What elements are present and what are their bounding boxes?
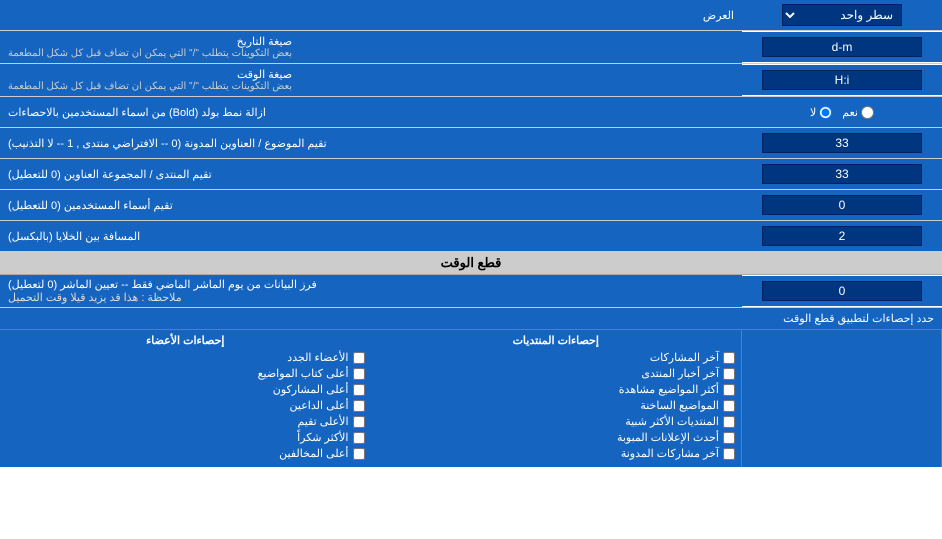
stat-members-7-checkbox[interactable] [353, 448, 365, 460]
cell-gap-label: المسافة بين الخلايا (بالبكسل) [0, 221, 742, 251]
stat-forums-6-checkbox[interactable] [723, 432, 735, 444]
bold-yes-label: نعم [842, 106, 874, 119]
stat-members-5: الأعلى تقيم [6, 415, 365, 428]
stats-col-forums: إحصاءات المنتديات آخر المشاركات آخر أخبا… [371, 330, 743, 467]
stats-col-members-header: إحصاءات الأعضاء [6, 334, 365, 347]
stats-columns: إحصاءات المنتديات آخر المشاركات آخر أخبا… [0, 330, 942, 467]
stat-forums-7-checkbox[interactable] [723, 448, 735, 460]
stat-members-2: أعلى كتاب المواضيع [6, 367, 365, 380]
date-format-input-wrapper [742, 32, 942, 62]
time-cut-input[interactable] [762, 281, 922, 301]
bold-yes-radio[interactable] [861, 106, 874, 119]
stat-forums-4: المواضيع الساخنة [377, 399, 736, 412]
stat-forums-2-checkbox[interactable] [723, 368, 735, 380]
stat-members-1-checkbox[interactable] [353, 352, 365, 364]
stats-col-members: إحصاءات الأعضاء الأعضاء الجدد أعلى كتاب … [0, 330, 371, 467]
forums-per-page-input[interactable] [762, 164, 922, 184]
topics-per-page-input[interactable] [762, 133, 922, 153]
stat-forums-5-checkbox[interactable] [723, 416, 735, 428]
forums-per-page-label: تقيم المنتدى / المجموعة العناوين (0 للتع… [0, 159, 742, 189]
stat-members-2-checkbox[interactable] [353, 368, 365, 380]
topics-per-page-label: تقيم الموضوع / العناوين المدونة (0 -- ال… [0, 128, 742, 158]
cell-gap-row: المسافة بين الخلايا (بالبكسل) [0, 221, 942, 252]
stat-forums-5: المنتديات الأكثر شبية [377, 415, 736, 428]
stat-members-3-checkbox[interactable] [353, 384, 365, 396]
main-container: العرض سطر واحدسطرينثلاثة أسطر صيغة التار… [0, 0, 942, 467]
stat-forums-1-checkbox[interactable] [723, 352, 735, 364]
time-format-input-wrapper [742, 65, 942, 95]
date-format-input[interactable] [762, 37, 922, 57]
stats-col-forums-header: إحصاءات المنتديات [377, 334, 736, 347]
topics-per-page-input-wrapper [742, 128, 942, 158]
forums-per-page-input-wrapper [742, 159, 942, 189]
display-select[interactable]: سطر واحدسطرينثلاثة أسطر [782, 4, 902, 26]
users-per-page-input-wrapper [742, 190, 942, 220]
stat-forums-3-checkbox[interactable] [723, 384, 735, 396]
time-format-row: صيغة الوقت بعض التكوينات يتطلب "/" التي … [0, 64, 942, 97]
stat-members-3: أعلى المشاركون [6, 383, 365, 396]
time-cut-label-area: فرز البيانات من يوم الماشر الماضي فقط --… [0, 275, 742, 307]
stats-title-row: حدد إحصاءات لتطبيق قطع الوقت [0, 308, 942, 330]
users-per-page-row: تقيم أسماء المستخدمين (0 للتعطيل) [0, 190, 942, 221]
bold-remove-row: ازالة نمط بولد (Bold) من اسماء المستخدمي… [0, 97, 942, 128]
time-cut-input-wrapper [742, 276, 942, 306]
forums-per-page-row: تقيم المنتدى / المجموعة العناوين (0 للتع… [0, 159, 942, 190]
display-label: العرض [0, 5, 742, 26]
display-select-wrapper: سطر واحدسطرينثلاثة أسطر [742, 0, 942, 30]
cell-gap-input-wrapper [742, 221, 942, 251]
stat-forums-3: أكثر المواضيع مشاهدة [377, 383, 736, 396]
stat-members-4: أعلى الداعين [6, 399, 365, 412]
bold-no-label: لا [810, 106, 832, 119]
stats-col-empty [742, 330, 942, 467]
topics-per-page-row: تقيم الموضوع / العناوين المدونة (0 -- ال… [0, 128, 942, 159]
stat-members-6: الأكثر شكراً [6, 431, 365, 444]
stat-members-1: الأعضاء الجدد [6, 351, 365, 364]
stat-members-5-checkbox[interactable] [353, 416, 365, 428]
stat-members-7: أعلى المخالفين [6, 447, 365, 460]
cell-gap-input[interactable] [762, 226, 922, 246]
time-cut-row: فرز البيانات من يوم الماشر الماضي فقط --… [0, 275, 942, 308]
date-format-label: صيغة التاريخ بعض التكوينات يتطلب "/" الت… [0, 31, 742, 63]
stat-forums-7: آخر مشاركات المدونة [377, 447, 736, 460]
time-cut-section-header: قطع الوقت [0, 252, 942, 275]
users-per-page-label: تقيم أسماء المستخدمين (0 للتعطيل) [0, 190, 742, 220]
bold-no-radio[interactable] [819, 106, 832, 119]
stat-members-6-checkbox[interactable] [353, 432, 365, 444]
stat-forums-2: آخر أخبار المنتدى [377, 367, 736, 380]
users-per-page-input[interactable] [762, 195, 922, 215]
display-row: العرض سطر واحدسطرينثلاثة أسطر [0, 0, 942, 31]
stat-forums-1: آخر المشاركات [377, 351, 736, 364]
stat-forums-4-checkbox[interactable] [723, 400, 735, 412]
time-format-label: صيغة الوقت بعض التكوينات يتطلب "/" التي … [0, 64, 742, 96]
date-format-row: صيغة التاريخ بعض التكوينات يتطلب "/" الت… [0, 31, 942, 64]
time-format-input[interactable] [762, 70, 922, 90]
bold-remove-label: ازالة نمط بولد (Bold) من اسماء المستخدمي… [0, 97, 742, 127]
stat-forums-6: أحدث الإعلانات المبوبة [377, 431, 736, 444]
stat-members-4-checkbox[interactable] [353, 400, 365, 412]
bold-remove-radio-group: نعم لا [742, 97, 942, 127]
